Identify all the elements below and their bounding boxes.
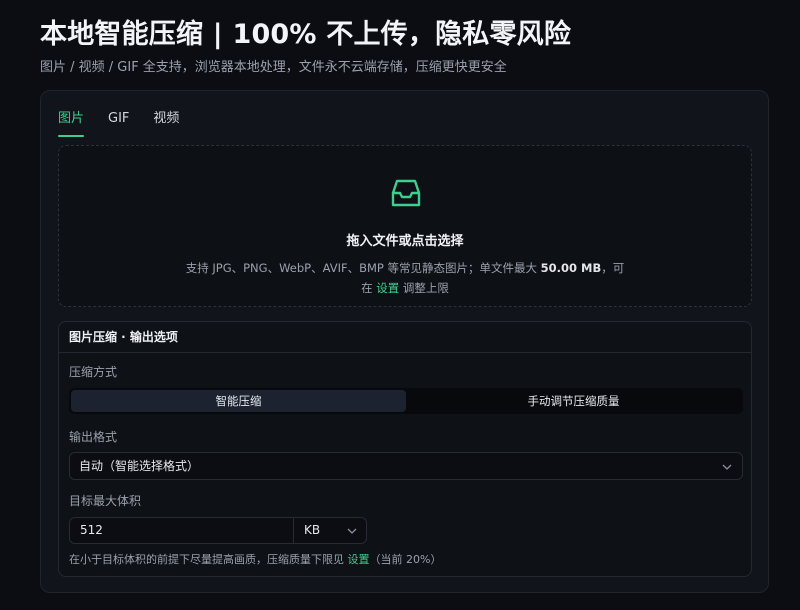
- output-format-value: 自动（智能选择格式）: [79, 459, 200, 473]
- settings-link[interactable]: 设置: [376, 281, 399, 295]
- options-header: 图片压缩 · 输出选项: [59, 322, 751, 353]
- target-size-input[interactable]: 512: [70, 518, 294, 543]
- dropzone-desc-line1: 支持 JPG、PNG、WebP、AVIF、BMP 等常见静态图片；单文件最大 5…: [59, 258, 751, 278]
- size-unit-value: KB: [304, 523, 321, 537]
- page-title: 本地智能压缩 | 100% 不上传，隐私零风险: [40, 19, 572, 50]
- max-file-size: 50.00 MB: [540, 261, 602, 275]
- dropzone-desc-line2: 在 设置 调整上限: [59, 278, 751, 298]
- size-unit-select[interactable]: KB: [294, 518, 366, 543]
- page-subtitle: 图片 / 视频 / GIF 全支持，浏览器本地处理，文件永不云端存储，压缩更快更…: [40, 60, 507, 75]
- quality-note-suffix: （当前 20%）: [369, 553, 442, 566]
- chevron-down-icon: [347, 528, 357, 534]
- compression-mode-toggle: 智能压缩 手动调节压缩质量: [69, 388, 743, 414]
- format-label: 输出格式: [69, 430, 118, 444]
- compressor-card: 图片 GIF 视频 拖入文件或点击选择 支持 JPG、PNG、WebP、AVIF…: [40, 90, 769, 593]
- dropzone-line2-prefix: 在: [361, 281, 373, 295]
- media-tabs: 图片 GIF 视频: [58, 109, 203, 137]
- dropzone-desc-prefix: 支持 JPG、PNG、WebP、AVIF、BMP 等常见静态图片；单文件最大: [185, 261, 537, 275]
- mode-smart-button[interactable]: 智能压缩: [71, 390, 406, 412]
- file-dropzone[interactable]: 拖入文件或点击选择 支持 JPG、PNG、WebP、AVIF、BMP 等常见静态…: [58, 145, 752, 307]
- quality-note: 在小于目标体积的前提下尽量提高画质，压缩质量下限见 设置（当前 20%）: [69, 551, 441, 567]
- chevron-down-icon: [722, 464, 732, 470]
- page: 本地智能压缩 | 100% 不上传，隐私零风险 图片 / 视频 / GIF 全支…: [0, 0, 800, 610]
- tab-video[interactable]: 视频: [153, 109, 179, 137]
- inbox-icon: [391, 179, 421, 207]
- target-size-group: 512 KB: [69, 517, 367, 544]
- dropzone-desc-suffix: ，可: [601, 261, 625, 275]
- target-size-label: 目标最大体积: [69, 494, 142, 508]
- output-options-panel: 图片压缩 · 输出选项 压缩方式 智能压缩 手动调节压缩质量 输出格式 自动（智…: [58, 321, 752, 577]
- tab-image[interactable]: 图片: [58, 109, 85, 137]
- dropzone-description: 支持 JPG、PNG、WebP、AVIF、BMP 等常见静态图片；单文件最大 5…: [59, 258, 751, 298]
- tab-gif[interactable]: GIF: [108, 109, 129, 137]
- dropzone-title: 拖入文件或点击选择: [346, 234, 464, 249]
- quality-settings-link[interactable]: 设置: [348, 553, 370, 566]
- mode-manual-button[interactable]: 手动调节压缩质量: [406, 390, 741, 412]
- output-format-select[interactable]: 自动（智能选择格式）: [69, 452, 743, 480]
- quality-note-prefix: 在小于目标体积的前提下尽量提高画质，压缩质量下限见: [69, 553, 344, 566]
- mode-label: 压缩方式: [69, 365, 118, 379]
- dropzone-line2-suffix: 调整上限: [402, 281, 449, 295]
